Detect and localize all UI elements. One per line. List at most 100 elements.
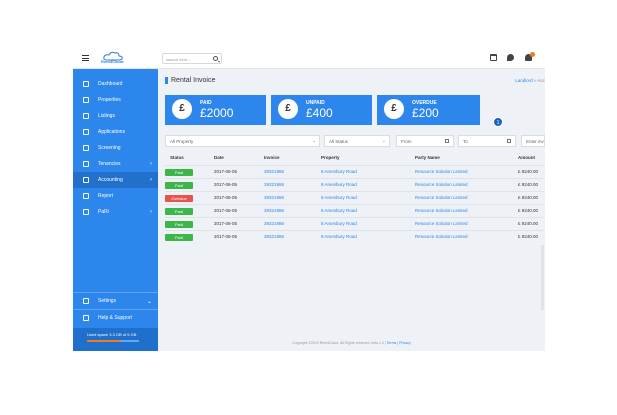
headset-icon [83,315,89,321]
cell-amount: £ 9240.00 [518,234,539,239]
cell-party[interactable]: Resource Solution Limited [415,234,468,239]
calendar-icon [83,177,89,183]
gear-icon [83,298,89,304]
table-row[interactable]: Paid 2017-06-05 39321986 8 Amesbury Road Res… [165,178,545,191]
sidebar-item-applications[interactable]: Applications [73,124,158,140]
cell-party[interactable]: Resource Solution Limited [415,208,468,213]
notification-badge [530,52,535,57]
table-header: Status Date Invoice Property Party Name … [165,152,545,164]
sidebar-item-properties[interactable]: Properties [73,92,158,108]
cell-property[interactable]: 8 Amesbury Road [321,195,357,200]
to-date-input[interactable]: To [458,135,516,147]
search-placeholder: search here... [166,57,191,62]
unpaid-card[interactable]: £ UNPAID £400 [271,95,372,125]
app-window: Rent4Cloud search here... Dashboard Prop… [73,47,545,351]
overdue-card[interactable]: £ OVERDUE £200 [377,95,480,125]
search-icon[interactable] [213,56,218,61]
cell-property[interactable]: 8 Amesbury Road [321,221,357,226]
file-icon [83,129,89,135]
sidebar-item-pari[interactable]: PaRi › [73,204,158,220]
cell-party[interactable]: Resource Solution Limited [415,182,468,187]
menu-icon[interactable] [82,55,89,61]
breadcrumb-landlord[interactable]: Landlord [515,78,533,83]
table-row[interactable]: Paid 2017-06-05 39321986 8 Amesbury Road Res… [165,217,545,230]
building-icon [83,97,89,103]
table-row[interactable]: Overdue 2017-06-05 39321986 8 Amesbury Road… [165,191,545,204]
cell-invoice[interactable]: 39321986 [264,195,284,200]
header-date[interactable]: Date [214,155,224,160]
header-party-name[interactable]: Party Name [415,155,440,160]
cell-property[interactable]: 8 Amesbury Road [321,208,357,213]
header-invoice[interactable]: Invoice [264,155,280,160]
chat-icon[interactable] [507,54,514,61]
cell-amount: £ 9240.00 [518,208,539,213]
header-status[interactable]: Status [170,155,184,160]
cell-date: 2017-06-05 [214,221,238,226]
cell-property[interactable]: 8 Amesbury Road [321,169,357,174]
search-input[interactable]: search here... [162,53,222,64]
cell-invoice[interactable]: 39321986 [264,208,284,213]
cell-date: 2017-06-05 [214,182,238,187]
sidebar: Dashboard Properties Listings Applicatio… [73,69,158,351]
calendar-icon [507,139,511,143]
logo-text: Rent4Cloud [101,59,124,64]
status-badge[interactable]: Overdue [165,195,193,202]
scrollbar[interactable] [541,245,544,310]
property-filter-value: All Property [170,139,194,144]
status-badge[interactable]: Paid [165,234,193,241]
storage-usage: Used space 3.3 GB of 5 GB [73,328,158,351]
sidebar-item-dashboard[interactable]: Dashboard [73,76,158,92]
status-badge[interactable]: Paid [165,221,193,228]
cell-amount: £ 9240.00 [518,182,539,187]
sidebar-item-help[interactable]: Help & Support [73,309,158,325]
cell-property[interactable]: 8 Amesbury Road [321,234,357,239]
calendar-icon [445,139,449,143]
table-row[interactable]: Paid 2017-06-05 39321986 8 Amesbury Road Res… [165,230,545,243]
footer: Copyright ©2019 Rent4Cloud. All Rights r… [158,341,545,345]
cell-invoice[interactable]: 39321986 [264,169,284,174]
calendar-icon[interactable] [490,54,497,61]
paid-card[interactable]: £ PAID £2000 [165,95,266,125]
sidebar-item-screening[interactable]: Screening [73,140,158,156]
list-icon [83,113,89,119]
cell-party[interactable]: Resource Solution Limited [415,195,468,200]
sidebar-item-accounting[interactable]: Accounting › [73,172,158,188]
invoice-search-placeholder: Enter inv [526,139,544,144]
cell-invoice[interactable]: 39321986 [264,221,284,226]
header-property[interactable]: Property [321,155,340,160]
from-date-input[interactable]: From [396,135,454,147]
status-badge[interactable]: Paid [165,208,193,215]
copyright-text: Copyright ©2019 Rent4Cloud. All Rights r… [292,341,387,345]
usage-text: Used space 3.3 GB of 5 GB [87,332,137,337]
page-indicator-badge[interactable]: 1 [493,117,503,127]
cell-party[interactable]: Resource Solution Limited [415,221,468,226]
cell-property[interactable]: 8 Amesbury Road [321,182,357,187]
status-filter[interactable]: All Status ⌄ [324,135,390,147]
sidebar-item-label: Report [98,193,114,199]
sidebar-item-report[interactable]: Report [73,188,158,204]
status-badge[interactable]: Paid [165,182,193,189]
sidebar-item-tenancies[interactable]: Tenancies › [73,156,158,172]
sidebar-item-listings[interactable]: Listings [73,108,158,124]
sidebar-item-settings[interactable]: Settings ⌄ [73,292,158,308]
table-row[interactable]: Paid 2017-06-05 39321986 8 Amesbury Road Res… [165,204,545,217]
table-row[interactable]: Paid 2017-06-05 39321986 8 Amesbury Road Res… [165,165,545,178]
status-badge[interactable]: Paid [165,169,193,176]
breadcrumb-current: Acc [537,78,545,83]
sidebar-item-label: Settings [98,298,117,304]
property-filter[interactable]: All Property ⌄ [165,135,320,147]
cell-amount: £ 9240.00 [518,195,539,200]
chevron-down-icon: ⌄ [146,299,152,305]
invoice-search-input[interactable]: Enter inv [521,135,545,147]
pound-icon: £ [172,99,192,119]
card-value: £2000 [200,106,234,120]
sidebar-item-label: Dashboard [98,81,123,87]
cell-invoice[interactable]: 39321986 [264,182,284,187]
terms-privacy-link[interactable]: Terms | Privacy [387,341,411,345]
sidebar-item-label: Help & Support [98,315,132,321]
cell-date: 2017-06-05 [214,208,238,213]
cell-party[interactable]: Resource Solution Limited [415,169,468,174]
cell-invoice[interactable]: 39321986 [264,234,284,239]
header-amount[interactable]: Amount [518,155,535,160]
card-value: £400 [306,106,333,120]
